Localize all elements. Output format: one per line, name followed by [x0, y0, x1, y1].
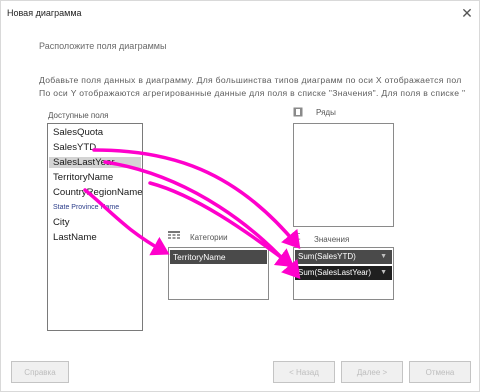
values-drop-zone[interactable]: Sum(SalesYTD) ▼ Sum(SalesLastYear) ▼: [293, 247, 394, 300]
categories-label: Категории: [190, 233, 228, 242]
series-icon: [293, 107, 303, 117]
svg-text:Σ: Σ: [295, 232, 301, 242]
value-pill-sum-sales-last-year[interactable]: Sum(SalesLastYear) ▼: [295, 266, 392, 280]
instruction-line-2: По оси Y отображаются агрегированные дан…: [39, 88, 466, 98]
categories-drop-zone[interactable]: TerritoryName: [168, 247, 269, 300]
chevron-down-icon[interactable]: ▼: [380, 250, 387, 264]
values-label: Значения: [314, 235, 350, 244]
field-sales-ytd[interactable]: SalesYTD: [53, 142, 96, 153]
field-sales-quota[interactable]: SalesQuota: [53, 127, 103, 138]
available-fields-label: Доступные поля: [48, 111, 109, 120]
back-button[interactable]: < Назад: [273, 361, 335, 383]
available-fields-list[interactable]: SalesQuota SalesYTD SalesLastYear Territ…: [47, 123, 143, 331]
next-button[interactable]: Далее >: [341, 361, 403, 383]
title-bar: Новая диаграмма ✕: [1, 1, 479, 29]
value-pill-label: Sum(SalesLastYear): [298, 268, 372, 277]
cancel-button[interactable]: Отмена: [409, 361, 471, 383]
category-pill-label: TerritoryName: [173, 252, 226, 262]
chevron-down-icon[interactable]: ▼: [380, 266, 387, 280]
values-icon: Σ: [294, 231, 304, 241]
close-icon[interactable]: ✕: [459, 4, 475, 22]
dialog-title: Новая диаграмма: [7, 8, 82, 18]
help-button[interactable]: Справка: [11, 361, 69, 383]
category-pill-territory-name[interactable]: TerritoryName: [170, 250, 267, 264]
series-drop-zone[interactable]: [293, 123, 394, 227]
field-country-region-name[interactable]: CountryRegionName: [53, 187, 143, 198]
field-city[interactable]: City: [53, 217, 70, 228]
field-state-province-name[interactable]: State Province Name: [53, 204, 119, 211]
page-subtitle: Расположите поля диаграммы: [39, 41, 167, 51]
value-pill-label: Sum(SalesYTD): [298, 252, 356, 261]
series-label: Ряды: [316, 108, 336, 117]
new-chart-dialog: Новая диаграмма ✕ Расположите поля диагр…: [0, 0, 480, 392]
categories-icon: [168, 231, 180, 239]
value-pill-sum-sales-ytd[interactable]: Sum(SalesYTD) ▼: [295, 250, 392, 264]
instruction-line-1: Добавьте поля данных в диаграмму. Для бо…: [39, 75, 462, 85]
field-last-name[interactable]: LastName: [53, 232, 97, 243]
field-territory-name[interactable]: TerritoryName: [53, 172, 113, 183]
field-sales-last-year[interactable]: SalesLastYear: [49, 157, 141, 168]
